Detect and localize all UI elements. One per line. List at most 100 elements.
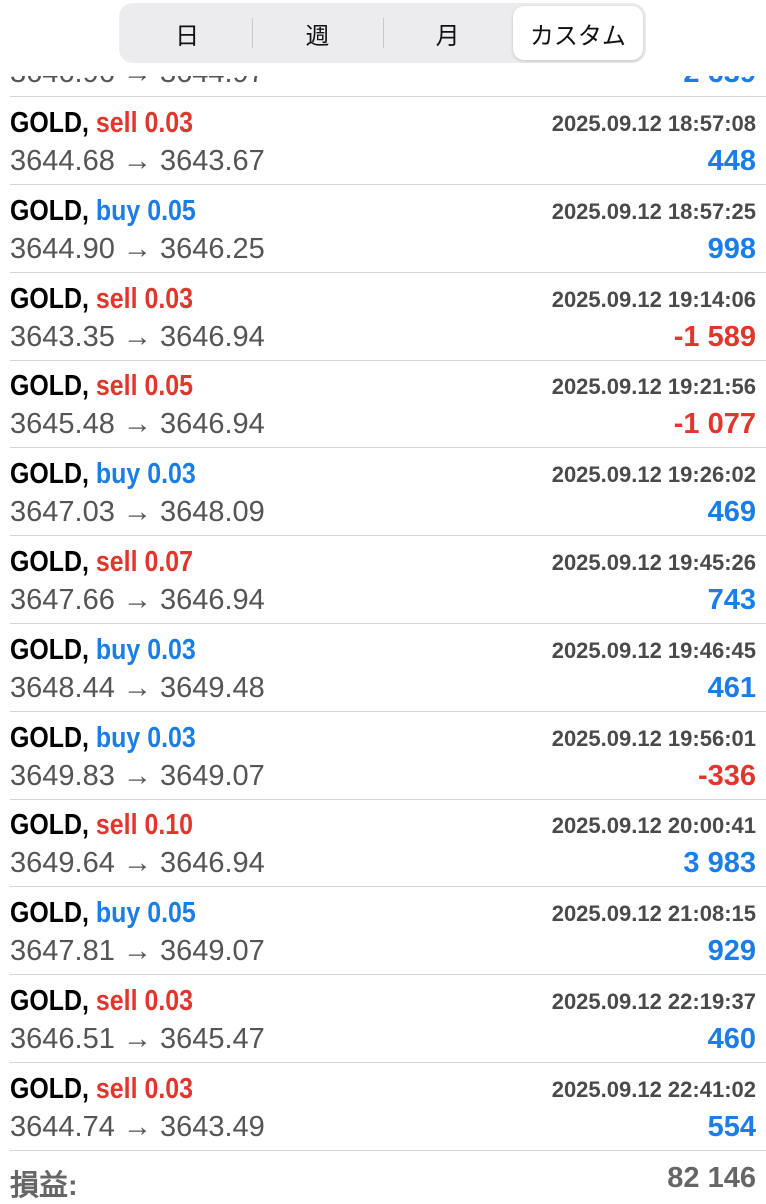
trade-side: sell xyxy=(95,282,138,315)
profit-summary-label: 損益: xyxy=(10,1170,78,1202)
tab-month[interactable]: 月 xyxy=(382,6,513,60)
trade-prices: 3646.51 → 3645.47 xyxy=(10,1023,265,1055)
trade-title: GOLD, sell 0.07 xyxy=(10,546,193,579)
trade-volume: 0.05 xyxy=(144,370,194,403)
trade-time: 2025.09.12 21:08:15 xyxy=(551,901,756,927)
trade-symbol: GOLD, xyxy=(10,897,89,930)
trade-time: 2025.09.12 18:57:08 xyxy=(551,111,756,136)
trade-row[interactable]: GOLD, sell 0.03 2025.09.12 19:14:06 3643.3… xyxy=(10,273,766,361)
trade-row[interactable]: GOLD, buy 0.03 2025.09.12 19:56:01 3649.83… xyxy=(10,712,766,800)
trade-profit: 461 xyxy=(707,671,756,704)
trade-title: GOLD, sell 0.10 xyxy=(10,809,193,842)
trade-side: sell xyxy=(95,1072,138,1105)
trade-time: 2025.09.12 19:26:02 xyxy=(551,462,756,488)
trade-side: buy xyxy=(95,633,141,666)
trade-title: GOLD, buy 0.05 xyxy=(10,195,196,228)
trade-time: 2025.09.12 20:00:41 xyxy=(551,813,756,839)
trade-prices: 3647.03 → 3648.09 xyxy=(10,496,265,529)
trade-prices: 3647.81 → 3649.07 xyxy=(10,935,265,968)
trade-title: GOLD, buy 0.03 xyxy=(10,634,196,667)
trade-row[interactable]: GOLD, buy 0.05 2025.09.12 21:08:15 3647.81… xyxy=(10,887,766,976)
trade-title: GOLD, sell 0.03 xyxy=(10,283,193,316)
trade-side: buy xyxy=(95,458,141,491)
trade-symbol: GOLD, xyxy=(10,107,89,139)
trade-volume: 0.10 xyxy=(144,809,194,842)
trade-side: sell xyxy=(95,370,138,403)
trade-row[interactable]: GOLD, buy 0.03 2025.09.12 19:26:02 3647.03… xyxy=(10,448,766,537)
trade-volume: 0.05 xyxy=(147,897,196,930)
trade-symbol: GOLD, xyxy=(10,282,89,315)
profit-summary-value: 82 146 xyxy=(667,1162,756,1194)
trade-prices: 3645.48 → 3646.94 xyxy=(10,408,265,441)
period-selector-bar: 日 週 月 カスタム xyxy=(0,0,766,76)
trade-symbol: GOLD, xyxy=(10,809,89,842)
trade-row[interactable]: GOLD, buy 0.05 2025.09.12 18:57:25 3644.90… xyxy=(10,185,766,273)
trade-profit: 929 xyxy=(707,935,756,968)
trade-prices: 3644.74 → 3643.49 xyxy=(10,1110,265,1143)
trade-symbol: GOLD, xyxy=(10,194,89,227)
trade-profit: 460 xyxy=(707,1023,756,1055)
trade-symbol: GOLD, xyxy=(10,721,89,754)
trade-row[interactable]: GOLD, sell 0.03 2025.09.12 18:57:08 3644.6… xyxy=(10,97,766,185)
trade-side: buy xyxy=(95,721,141,754)
trade-title: GOLD, buy 0.05 xyxy=(10,897,196,930)
period-segmented-control: 日 週 月 カスタム xyxy=(119,3,646,63)
trade-prices: 3647.66 → 3646.94 xyxy=(10,584,265,616)
trade-symbol: GOLD, xyxy=(10,546,89,578)
trade-profit: -1 589 xyxy=(673,320,756,353)
trade-prices: 3649.83 → 3649.07 xyxy=(10,759,265,792)
trade-side: sell xyxy=(95,985,138,1017)
trade-volume: 0.03 xyxy=(144,107,194,139)
trade-profit: -336 xyxy=(697,759,756,792)
trade-volume: 0.03 xyxy=(147,633,196,666)
trade-title: GOLD, sell 0.05 xyxy=(10,370,193,403)
trade-title: GOLD, sell 0.03 xyxy=(10,985,193,1018)
trade-volume: 0.03 xyxy=(147,721,196,754)
trade-profit: 743 xyxy=(707,584,756,616)
trade-side: sell xyxy=(95,809,138,842)
trade-symbol: GOLD, xyxy=(10,1072,89,1105)
trade-time: 2025.09.12 22:41:02 xyxy=(551,1076,756,1102)
trade-time: 2025.09.12 18:57:25 xyxy=(551,198,756,224)
trade-volume: 0.05 xyxy=(147,194,196,227)
trade-symbol: GOLD, xyxy=(10,370,89,403)
trade-profit: 469 xyxy=(707,496,756,529)
trade-prices: 3644.90 → 3646.25 xyxy=(10,232,265,265)
trade-profit: -1 077 xyxy=(673,408,756,441)
trade-volume: 0.03 xyxy=(144,1072,194,1105)
trade-row[interactable]: GOLD, sell 0.03 2025.09.12 22:19:37 3646.5… xyxy=(10,975,766,1063)
tab-custom[interactable]: カスタム xyxy=(512,6,643,60)
trade-volume: 0.07 xyxy=(144,546,194,578)
tab-week[interactable]: 週 xyxy=(252,6,382,60)
trade-title: GOLD, sell 0.03 xyxy=(10,1073,193,1106)
trade-side: sell xyxy=(95,107,138,139)
trade-prices: 3644.68 → 3643.67 xyxy=(10,145,265,177)
trade-time: 2025.09.12 19:21:56 xyxy=(551,374,756,400)
trade-symbol: GOLD, xyxy=(10,458,89,491)
trade-prices: 3648.44 → 3649.48 xyxy=(10,671,265,704)
trade-side: sell xyxy=(95,546,138,578)
trade-profit: 554 xyxy=(707,1110,756,1143)
trade-symbol: GOLD, xyxy=(10,633,89,666)
trade-volume: 0.03 xyxy=(144,985,194,1017)
trade-row[interactable]: GOLD, buy 0.03 2025.09.12 19:46:45 3648.44… xyxy=(10,624,766,712)
trade-row[interactable]: GOLD, sell 0.07 2025.09.12 19:45:26 3647.6… xyxy=(10,536,766,624)
trade-prices: 3643.35 → 3646.94 xyxy=(10,320,265,353)
trade-volume: 0.03 xyxy=(147,458,196,491)
trade-row[interactable]: GOLD, sell 0.03 2025.09.12 22:41:02 3644.7… xyxy=(10,1063,766,1151)
trade-row[interactable]: GOLD, sell 0.10 2025.09.12 20:00:41 3649.6… xyxy=(10,799,766,888)
trade-symbol: GOLD, xyxy=(10,985,89,1017)
trade-time: 2025.09.12 19:56:01 xyxy=(551,725,756,751)
trade-title: GOLD, buy 0.03 xyxy=(10,722,196,755)
trade-profit: 448 xyxy=(707,145,756,177)
trade-side: buy xyxy=(95,194,141,227)
tab-day[interactable]: 日 xyxy=(122,6,252,60)
trade-volume: 0.03 xyxy=(144,282,194,315)
trade-row[interactable]: GOLD, sell 0.05 2025.09.12 19:21:56 3645.4… xyxy=(10,360,766,449)
trade-title: GOLD, buy 0.03 xyxy=(10,458,196,491)
trade-time: 2025.09.12 19:14:06 xyxy=(551,286,756,312)
trade-profit: 998 xyxy=(707,232,756,265)
trade-prices: 3649.64 → 3646.94 xyxy=(10,847,265,880)
trade-time: 2025.09.12 19:46:45 xyxy=(551,637,756,663)
trade-title: GOLD, sell 0.03 xyxy=(10,107,193,140)
